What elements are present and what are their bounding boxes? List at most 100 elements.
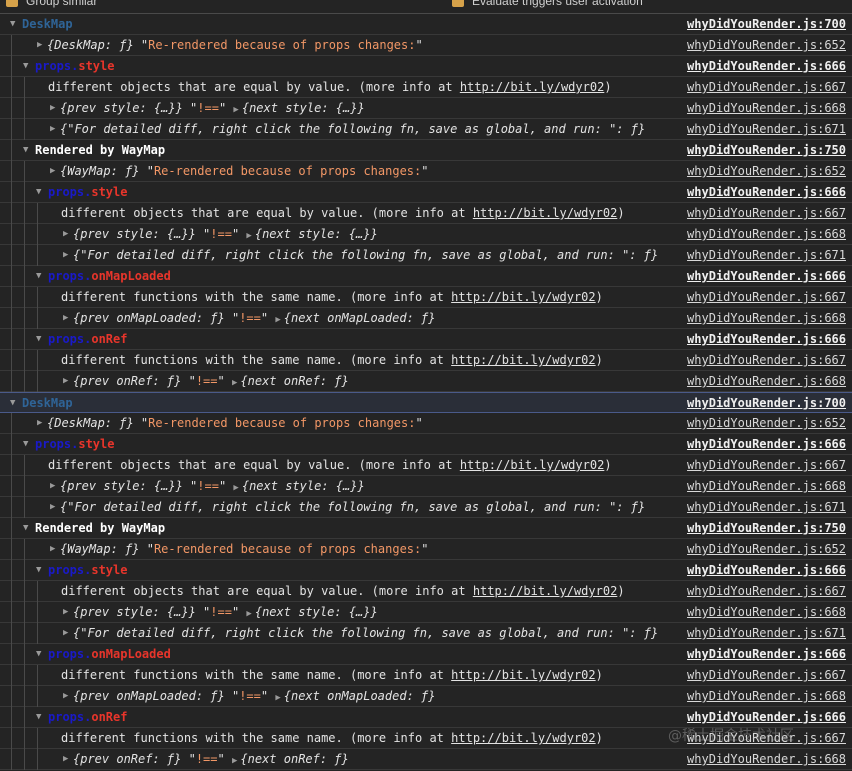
source-link[interactable]: whyDidYouRender.js:671 <box>687 497 846 517</box>
group-similar-checkbox[interactable]: Group similar <box>6 0 97 8</box>
console-group-header[interactable]: ▼ Rendered by WayMap whyDidYouRender.js:75… <box>0 140 852 161</box>
expanded-triangle-icon[interactable]: ▼ <box>36 182 41 202</box>
source-link[interactable]: whyDidYouRender.js:667 <box>687 203 846 223</box>
source-link[interactable]: whyDidYouRender.js:666 <box>687 707 846 727</box>
console-message[interactable]: ▶ {prev onMapLoaded: ƒ} "!==" ▶ {next onMa… <box>0 308 852 329</box>
console-message[interactable]: ▶ {prev onRef: ƒ} "!==" ▶ {next onRef: ƒ} w… <box>0 749 852 770</box>
source-link[interactable]: whyDidYouRender.js:668 <box>687 602 846 622</box>
source-link[interactable]: whyDidYouRender.js:667 <box>687 581 846 601</box>
source-link[interactable]: whyDidYouRender.js:666 <box>687 329 846 349</box>
console-group-header[interactable]: ▼ props.onMapLoaded whyDidYouRender.js:666 <box>0 266 852 287</box>
console-group-header[interactable]: ▼ props.style whyDidYouRender.js:666 <box>0 182 852 203</box>
collapsed-triangle-icon[interactable]: ▶ <box>63 371 68 391</box>
source-link[interactable]: whyDidYouRender.js:666 <box>687 434 846 454</box>
expanded-triangle-icon[interactable]: ▼ <box>36 644 41 664</box>
source-link[interactable]: whyDidYouRender.js:668 <box>687 686 846 706</box>
expanded-triangle-icon[interactable]: ▼ <box>36 560 41 580</box>
source-link[interactable]: whyDidYouRender.js:700 <box>687 393 846 413</box>
console-message[interactable]: ▶ {"For detailed diff, right click the fo… <box>0 119 852 140</box>
console-group-header[interactable]: ▼ props.style whyDidYouRender.js:666 <box>0 434 852 455</box>
collapsed-triangle-icon[interactable]: ▶ <box>63 623 68 643</box>
more-info-link[interactable]: http://bit.ly/wdyr02 <box>451 668 596 682</box>
expanded-triangle-icon[interactable]: ▼ <box>36 707 41 727</box>
source-link[interactable]: whyDidYouRender.js:666 <box>687 644 846 664</box>
collapsed-triangle-icon[interactable]: ▶ <box>63 224 68 244</box>
console-group-header[interactable]: ▼ props.style whyDidYouRender.js:666 <box>0 56 852 77</box>
collapsed-triangle-icon[interactable]: ▶ <box>63 602 68 622</box>
expanded-triangle-icon[interactable]: ▼ <box>36 329 41 349</box>
collapsed-triangle-icon[interactable]: ▶ <box>232 378 237 388</box>
collapsed-triangle-icon[interactable]: ▶ <box>246 231 251 241</box>
expanded-triangle-icon[interactable]: ▼ <box>36 266 41 286</box>
console-message[interactable]: ▶ {prev style: {…}} "!==" ▶ {next style: {… <box>0 98 852 119</box>
console-group-header[interactable]: ▼ DeskMap whyDidYouRender.js:700 <box>0 14 852 35</box>
source-link[interactable]: whyDidYouRender.js:668 <box>687 476 846 496</box>
more-info-link[interactable]: http://bit.ly/wdyr02 <box>473 206 618 220</box>
source-link[interactable]: whyDidYouRender.js:671 <box>687 623 846 643</box>
source-link[interactable]: whyDidYouRender.js:750 <box>687 140 846 160</box>
more-info-link[interactable]: http://bit.ly/wdyr02 <box>451 731 596 745</box>
collapsed-triangle-icon[interactable]: ▶ <box>233 483 238 493</box>
collapsed-triangle-icon[interactable]: ▶ <box>63 308 68 328</box>
collapsed-triangle-icon[interactable]: ▶ <box>63 686 68 706</box>
expanded-triangle-icon[interactable]: ▼ <box>23 518 28 538</box>
collapsed-triangle-icon[interactable]: ▶ <box>37 413 42 433</box>
console-message[interactable]: ▶ {prev style: {…}} "!==" ▶ {next style: {… <box>0 476 852 497</box>
source-link[interactable]: whyDidYouRender.js:750 <box>687 518 846 538</box>
collapsed-triangle-icon[interactable]: ▶ <box>50 161 55 181</box>
expanded-triangle-icon[interactable]: ▼ <box>23 56 28 76</box>
more-info-link[interactable]: http://bit.ly/wdyr02 <box>460 458 605 472</box>
collapsed-triangle-icon[interactable]: ▶ <box>275 315 280 325</box>
console-message[interactable]: ▶ {prev style: {…}} "!==" ▶ {next style: {… <box>0 602 852 623</box>
collapsed-triangle-icon[interactable]: ▶ <box>232 756 237 766</box>
collapsed-triangle-icon[interactable]: ▶ <box>37 35 42 55</box>
console-group-header[interactable]: ▼ DeskMap whyDidYouRender.js:700 <box>0 392 852 413</box>
source-link[interactable]: whyDidYouRender.js:666 <box>687 182 846 202</box>
source-link[interactable]: whyDidYouRender.js:671 <box>687 245 846 265</box>
collapsed-triangle-icon[interactable]: ▶ <box>50 119 55 139</box>
console-group-header[interactable]: ▼ props.style whyDidYouRender.js:666 <box>0 560 852 581</box>
source-link[interactable]: whyDidYouRender.js:668 <box>687 308 846 328</box>
collapsed-triangle-icon[interactable]: ▶ <box>63 245 68 265</box>
source-link[interactable]: whyDidYouRender.js:667 <box>687 77 846 97</box>
source-link[interactable]: whyDidYouRender.js:668 <box>687 98 846 118</box>
console-message[interactable]: ▶ {"For detailed diff, right click the fo… <box>0 497 852 518</box>
more-info-link[interactable]: http://bit.ly/wdyr02 <box>451 290 596 304</box>
source-link[interactable]: whyDidYouRender.js:671 <box>687 119 846 139</box>
collapsed-triangle-icon[interactable]: ▶ <box>233 105 238 115</box>
expanded-triangle-icon[interactable]: ▼ <box>23 434 28 454</box>
source-link[interactable]: whyDidYouRender.js:667 <box>687 287 846 307</box>
source-link[interactable]: whyDidYouRender.js:652 <box>687 161 846 181</box>
console-message[interactable]: ▶ {prev onRef: ƒ} "!==" ▶ {next onRef: ƒ} w… <box>0 371 852 392</box>
console-message[interactable]: ▶ {"For detailed diff, right click the fo… <box>0 623 852 644</box>
source-link[interactable]: whyDidYouRender.js:652 <box>687 539 846 559</box>
console-message[interactable]: ▶ {DeskMap: ƒ} "Re-rendered because of pr… <box>0 413 852 434</box>
source-link[interactable]: whyDidYouRender.js:668 <box>687 371 846 391</box>
source-link[interactable]: whyDidYouRender.js:668 <box>687 749 846 769</box>
source-link[interactable]: whyDidYouRender.js:666 <box>687 266 846 286</box>
collapsed-triangle-icon[interactable]: ▶ <box>246 609 251 619</box>
console-message[interactable]: ▶ {"For detailed diff, right click the fo… <box>0 245 852 266</box>
source-link[interactable]: whyDidYouRender.js:652 <box>687 35 846 55</box>
source-link[interactable]: whyDidYouRender.js:668 <box>687 224 846 244</box>
collapsed-triangle-icon[interactable]: ▶ <box>50 98 55 118</box>
console-group-header[interactable]: ▼ Rendered by WayMap whyDidYouRender.js:75… <box>0 518 852 539</box>
source-link[interactable]: whyDidYouRender.js:666 <box>687 56 846 76</box>
source-link[interactable]: whyDidYouRender.js:667 <box>687 665 846 685</box>
more-info-link[interactable]: http://bit.ly/wdyr02 <box>451 353 596 367</box>
collapsed-triangle-icon[interactable]: ▶ <box>50 497 55 517</box>
source-link[interactable]: whyDidYouRender.js:667 <box>687 350 846 370</box>
expanded-triangle-icon[interactable]: ▼ <box>10 14 15 34</box>
console-message[interactable]: ▶ {DeskMap: ƒ} "Re-rendered because of pr… <box>0 35 852 56</box>
collapsed-triangle-icon[interactable]: ▶ <box>50 539 55 559</box>
source-link[interactable]: whyDidYouRender.js:667 <box>687 455 846 475</box>
console-message[interactable]: ▶ {prev style: {…}} "!==" ▶ {next style: {… <box>0 224 852 245</box>
source-link[interactable]: whyDidYouRender.js:652 <box>687 413 846 433</box>
more-info-link[interactable]: http://bit.ly/wdyr02 <box>460 80 605 94</box>
expanded-triangle-icon[interactable]: ▼ <box>23 140 28 160</box>
collapsed-triangle-icon[interactable]: ▶ <box>50 476 55 496</box>
evaluate-triggers-checkbox[interactable]: Evaluate triggers user activation <box>452 0 643 8</box>
source-link[interactable]: whyDidYouRender.js:666 <box>687 560 846 580</box>
source-link[interactable]: whyDidYouRender.js:700 <box>687 14 846 34</box>
console-message[interactable]: ▶ {WayMap: ƒ} "Re-rendered because of pro… <box>0 161 852 182</box>
